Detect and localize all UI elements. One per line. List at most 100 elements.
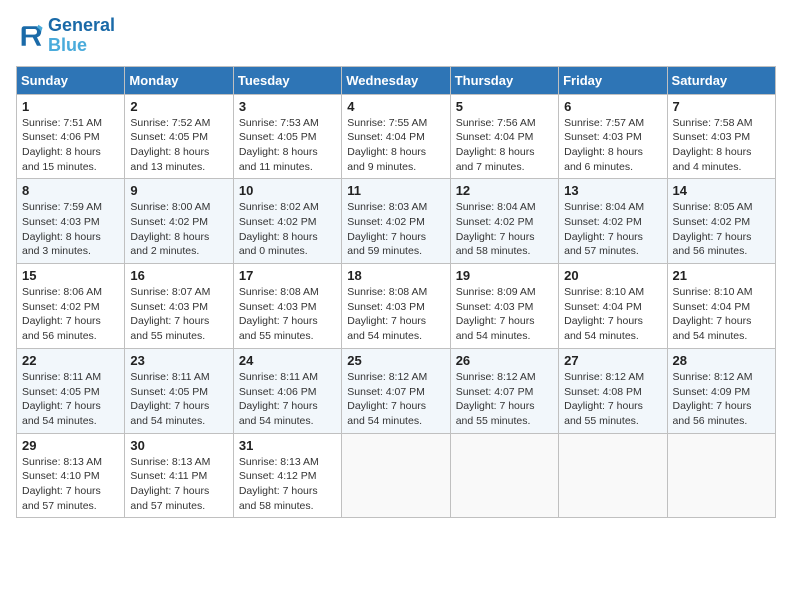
day-header-wednesday: Wednesday	[342, 66, 450, 94]
daylight-label: Daylight: 7 hours and 58 minutes.	[239, 485, 318, 512]
calendar-cell: 3 Sunrise: 7:53 AM Sunset: 4:05 PM Dayli…	[233, 94, 341, 179]
sunset-label: Sunset: 4:04 PM	[347, 131, 425, 143]
sunrise-label: Sunrise: 8:13 AM	[239, 456, 319, 468]
sunset-label: Sunset: 4:03 PM	[130, 301, 208, 313]
day-info: Sunrise: 8:13 AM Sunset: 4:12 PM Dayligh…	[239, 455, 336, 514]
calendar-table: SundayMondayTuesdayWednesdayThursdayFrid…	[16, 66, 776, 519]
daylight-label: Daylight: 8 hours and 0 minutes.	[239, 231, 318, 258]
calendar-week-row: 15 Sunrise: 8:06 AM Sunset: 4:02 PM Dayl…	[17, 264, 776, 349]
day-number: 7	[673, 99, 770, 114]
calendar-cell: 2 Sunrise: 7:52 AM Sunset: 4:05 PM Dayli…	[125, 94, 233, 179]
sunset-label: Sunset: 4:03 PM	[456, 301, 534, 313]
day-info: Sunrise: 8:04 AM Sunset: 4:02 PM Dayligh…	[564, 200, 661, 259]
sunrise-label: Sunrise: 8:12 AM	[347, 371, 427, 383]
sunrise-label: Sunrise: 8:10 AM	[673, 286, 753, 298]
day-number: 6	[564, 99, 661, 114]
sunrise-label: Sunrise: 8:12 AM	[564, 371, 644, 383]
calendar-cell: 1 Sunrise: 7:51 AM Sunset: 4:06 PM Dayli…	[17, 94, 125, 179]
day-number: 15	[22, 268, 119, 283]
calendar-cell: 20 Sunrise: 8:10 AM Sunset: 4:04 PM Dayl…	[559, 264, 667, 349]
sunrise-label: Sunrise: 8:13 AM	[22, 456, 102, 468]
day-info: Sunrise: 7:58 AM Sunset: 4:03 PM Dayligh…	[673, 116, 770, 175]
day-info: Sunrise: 8:11 AM Sunset: 4:05 PM Dayligh…	[22, 370, 119, 429]
daylight-label: Daylight: 8 hours and 6 minutes.	[564, 146, 643, 173]
sunset-label: Sunset: 4:08 PM	[564, 386, 642, 398]
sunrise-label: Sunrise: 8:09 AM	[456, 286, 536, 298]
sunset-label: Sunset: 4:02 PM	[347, 216, 425, 228]
day-info: Sunrise: 8:11 AM Sunset: 4:05 PM Dayligh…	[130, 370, 227, 429]
day-number: 23	[130, 353, 227, 368]
sunrise-label: Sunrise: 8:06 AM	[22, 286, 102, 298]
day-number: 9	[130, 183, 227, 198]
day-header-saturday: Saturday	[667, 66, 775, 94]
day-info: Sunrise: 8:03 AM Sunset: 4:02 PM Dayligh…	[347, 200, 444, 259]
sunset-label: Sunset: 4:05 PM	[22, 386, 100, 398]
daylight-label: Daylight: 8 hours and 11 minutes.	[239, 146, 318, 173]
calendar-cell	[342, 433, 450, 518]
sunrise-label: Sunrise: 7:53 AM	[239, 117, 319, 129]
sunset-label: Sunset: 4:02 PM	[564, 216, 642, 228]
day-number: 2	[130, 99, 227, 114]
calendar-cell: 27 Sunrise: 8:12 AM Sunset: 4:08 PM Dayl…	[559, 348, 667, 433]
sunset-label: Sunset: 4:04 PM	[456, 131, 534, 143]
calendar-cell: 6 Sunrise: 7:57 AM Sunset: 4:03 PM Dayli…	[559, 94, 667, 179]
day-info: Sunrise: 7:56 AM Sunset: 4:04 PM Dayligh…	[456, 116, 553, 175]
day-number: 10	[239, 183, 336, 198]
sunset-label: Sunset: 4:03 PM	[22, 216, 100, 228]
day-header-friday: Friday	[559, 66, 667, 94]
day-number: 18	[347, 268, 444, 283]
logo: General Blue	[16, 16, 115, 56]
day-number: 27	[564, 353, 661, 368]
sunset-label: Sunset: 4:09 PM	[673, 386, 751, 398]
calendar-cell: 10 Sunrise: 8:02 AM Sunset: 4:02 PM Dayl…	[233, 179, 341, 264]
sunrise-label: Sunrise: 8:12 AM	[673, 371, 753, 383]
calendar-week-row: 29 Sunrise: 8:13 AM Sunset: 4:10 PM Dayl…	[17, 433, 776, 518]
day-header-thursday: Thursday	[450, 66, 558, 94]
logo-text: General Blue	[48, 16, 115, 56]
day-number: 29	[22, 438, 119, 453]
calendar-cell: 16 Sunrise: 8:07 AM Sunset: 4:03 PM Dayl…	[125, 264, 233, 349]
day-info: Sunrise: 8:11 AM Sunset: 4:06 PM Dayligh…	[239, 370, 336, 429]
calendar-cell: 28 Sunrise: 8:12 AM Sunset: 4:09 PM Dayl…	[667, 348, 775, 433]
sunrise-label: Sunrise: 8:05 AM	[673, 201, 753, 213]
day-info: Sunrise: 8:04 AM Sunset: 4:02 PM Dayligh…	[456, 200, 553, 259]
calendar-cell: 31 Sunrise: 8:13 AM Sunset: 4:12 PM Dayl…	[233, 433, 341, 518]
calendar-cell: 21 Sunrise: 8:10 AM Sunset: 4:04 PM Dayl…	[667, 264, 775, 349]
calendar-cell: 12 Sunrise: 8:04 AM Sunset: 4:02 PM Dayl…	[450, 179, 558, 264]
day-info: Sunrise: 8:06 AM Sunset: 4:02 PM Dayligh…	[22, 285, 119, 344]
day-number: 12	[456, 183, 553, 198]
day-number: 11	[347, 183, 444, 198]
daylight-label: Daylight: 8 hours and 13 minutes.	[130, 146, 209, 173]
sunset-label: Sunset: 4:02 PM	[673, 216, 751, 228]
daylight-label: Daylight: 7 hours and 55 minutes.	[130, 315, 209, 342]
daylight-label: Daylight: 8 hours and 15 minutes.	[22, 146, 101, 173]
calendar-cell: 19 Sunrise: 8:09 AM Sunset: 4:03 PM Dayl…	[450, 264, 558, 349]
day-number: 4	[347, 99, 444, 114]
sunrise-label: Sunrise: 8:02 AM	[239, 201, 319, 213]
sunrise-label: Sunrise: 7:58 AM	[673, 117, 753, 129]
calendar-cell: 26 Sunrise: 8:12 AM Sunset: 4:07 PM Dayl…	[450, 348, 558, 433]
calendar-cell: 5 Sunrise: 7:56 AM Sunset: 4:04 PM Dayli…	[450, 94, 558, 179]
day-number: 3	[239, 99, 336, 114]
day-info: Sunrise: 8:05 AM Sunset: 4:02 PM Dayligh…	[673, 200, 770, 259]
sunrise-label: Sunrise: 8:00 AM	[130, 201, 210, 213]
sunset-label: Sunset: 4:10 PM	[22, 470, 100, 482]
day-info: Sunrise: 8:12 AM Sunset: 4:08 PM Dayligh…	[564, 370, 661, 429]
day-info: Sunrise: 8:13 AM Sunset: 4:11 PM Dayligh…	[130, 455, 227, 514]
day-info: Sunrise: 8:00 AM Sunset: 4:02 PM Dayligh…	[130, 200, 227, 259]
day-info: Sunrise: 7:51 AM Sunset: 4:06 PM Dayligh…	[22, 116, 119, 175]
sunset-label: Sunset: 4:03 PM	[239, 301, 317, 313]
calendar-cell: 18 Sunrise: 8:08 AM Sunset: 4:03 PM Dayl…	[342, 264, 450, 349]
sunrise-label: Sunrise: 7:52 AM	[130, 117, 210, 129]
day-header-sunday: Sunday	[17, 66, 125, 94]
day-info: Sunrise: 8:10 AM Sunset: 4:04 PM Dayligh…	[673, 285, 770, 344]
calendar-cell: 11 Sunrise: 8:03 AM Sunset: 4:02 PM Dayl…	[342, 179, 450, 264]
daylight-label: Daylight: 7 hours and 55 minutes.	[456, 400, 535, 427]
day-info: Sunrise: 8:12 AM Sunset: 4:07 PM Dayligh…	[347, 370, 444, 429]
sunset-label: Sunset: 4:04 PM	[673, 301, 751, 313]
day-number: 16	[130, 268, 227, 283]
day-number: 26	[456, 353, 553, 368]
sunrise-label: Sunrise: 8:03 AM	[347, 201, 427, 213]
sunset-label: Sunset: 4:02 PM	[456, 216, 534, 228]
day-info: Sunrise: 8:08 AM Sunset: 4:03 PM Dayligh…	[347, 285, 444, 344]
